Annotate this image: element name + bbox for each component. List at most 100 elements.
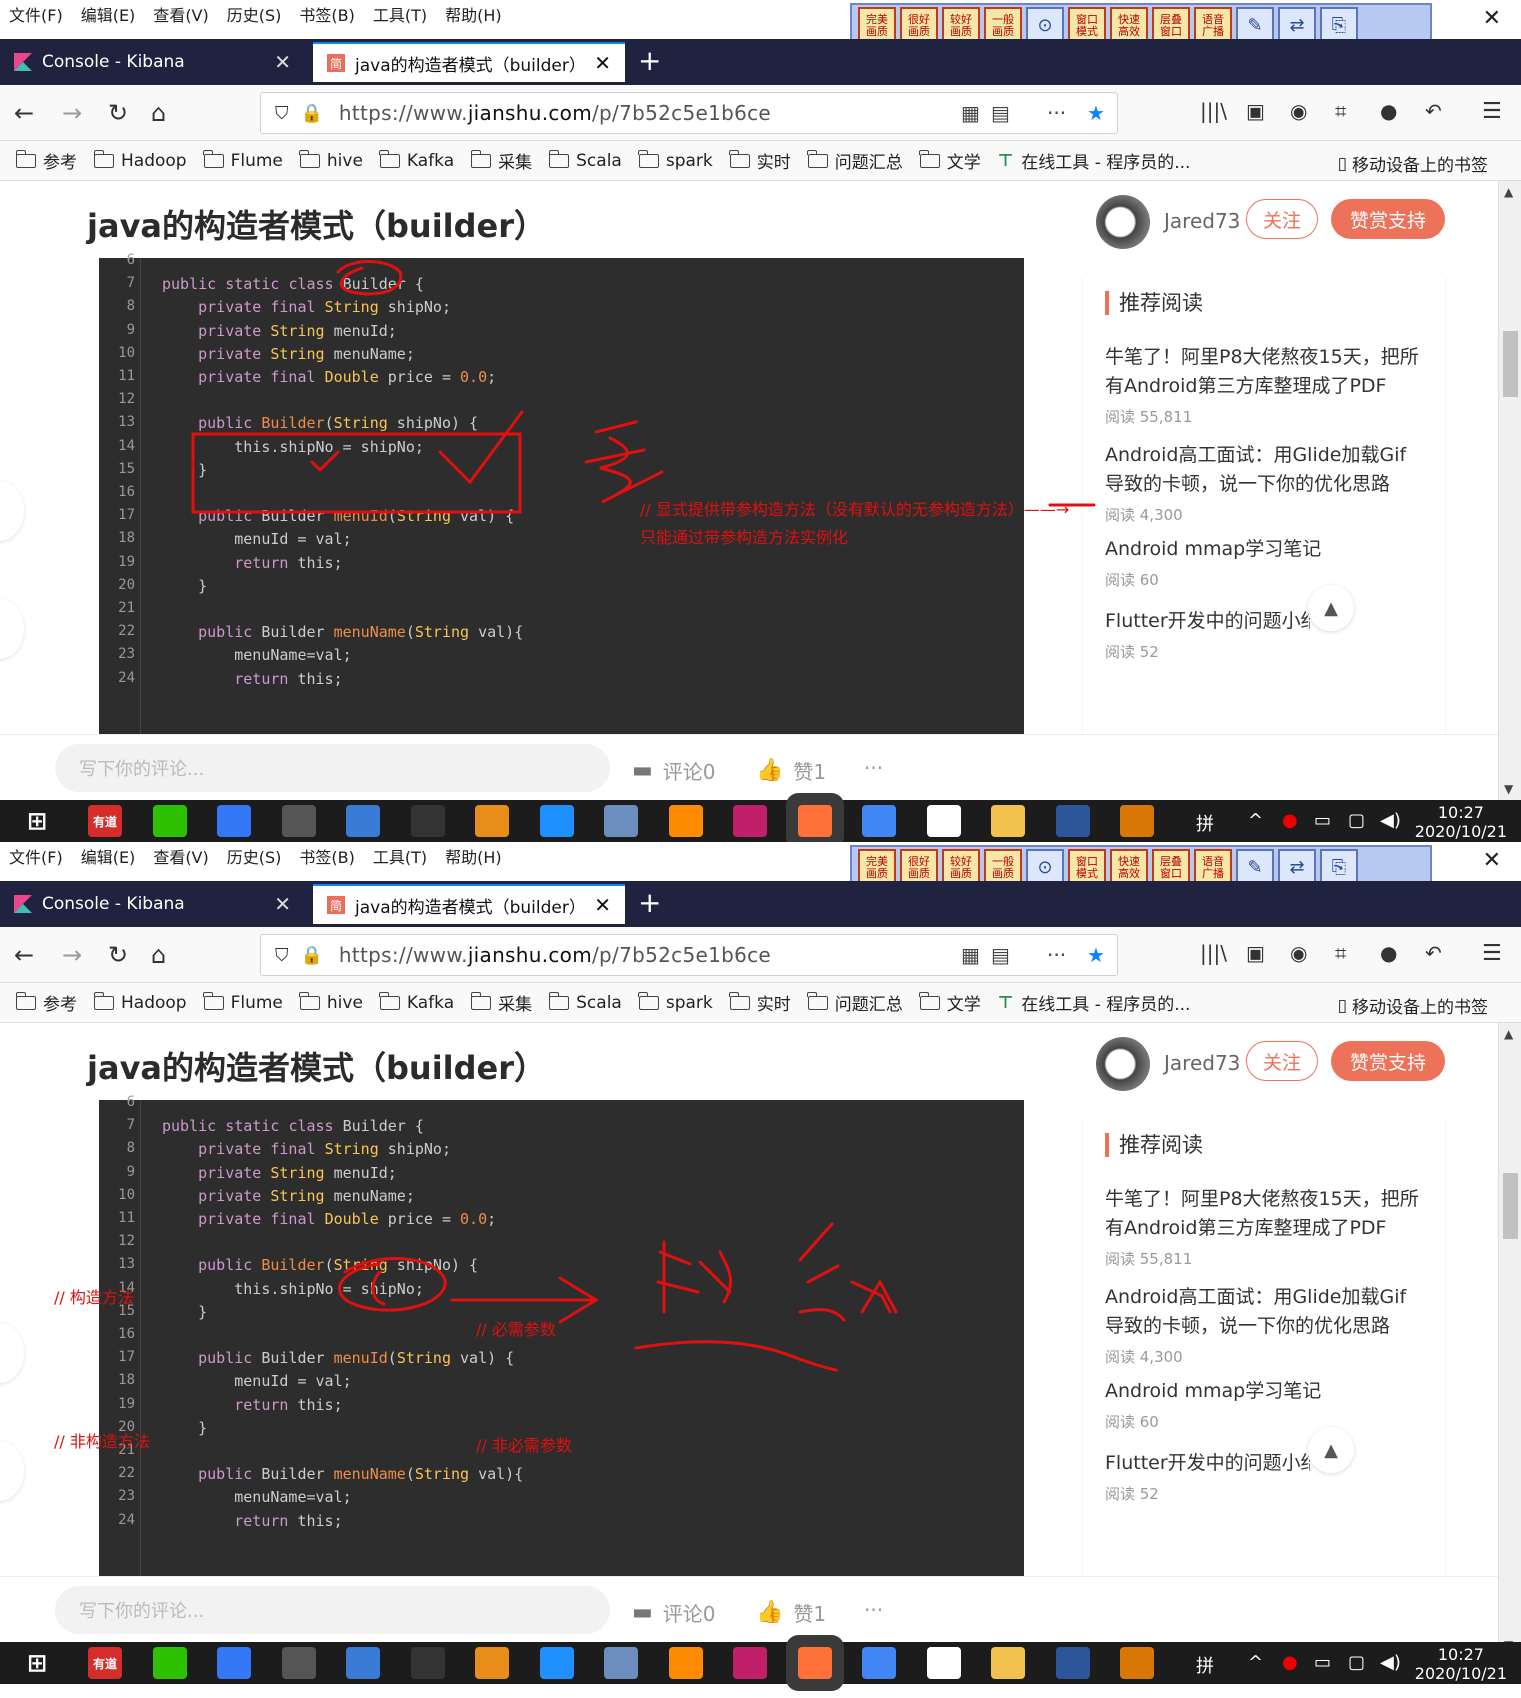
tray-expand-icon[interactable]: ^ bbox=[1248, 1652, 1263, 1673]
tab-jianshu[interactable]: 简 java的构造者模式（builder） ✕ bbox=[313, 42, 625, 82]
app-icon[interactable] bbox=[217, 805, 251, 837]
bookmark-item[interactable]: 参考 bbox=[15, 990, 77, 1015]
scroll-down-icon[interactable]: ▼ bbox=[1504, 782, 1513, 796]
star-icon[interactable]: ★ bbox=[1087, 101, 1105, 125]
tab-close-icon[interactable]: ✕ bbox=[594, 51, 611, 75]
clock[interactable]: 10:27 2020/10/21 bbox=[1415, 1645, 1507, 1683]
recommended-item[interactable]: Android高工面试：用Glide加载Gif导致的卡顿，说一下你的优化思路 阅读… bbox=[1105, 1283, 1425, 1367]
author-name[interactable]: Jared73 bbox=[1164, 1051, 1240, 1075]
bookmark-item[interactable]: hive bbox=[299, 991, 363, 1013]
account-icon[interactable]: ◉ bbox=[1290, 941, 1307, 965]
recommended-title[interactable]: Flutter开发中的问题小结 bbox=[1105, 607, 1310, 636]
reader-icon[interactable]: ▤ bbox=[991, 101, 1010, 125]
chrome-icon[interactable] bbox=[862, 805, 896, 837]
bookmark-item[interactable]: ⊤ 在线工具 - 程序员的... bbox=[998, 148, 1191, 174]
clock[interactable]: 10:27 2020/10/21 bbox=[1415, 803, 1507, 841]
home-button[interactable]: ⌂ bbox=[151, 99, 166, 127]
wechat-icon[interactable] bbox=[152, 805, 187, 837]
bookmark-item[interactable]: 文学 bbox=[919, 148, 981, 173]
library-icon[interactable]: |||\ bbox=[1200, 941, 1227, 965]
battery-icon[interactable]: ▭ bbox=[1314, 1652, 1331, 1673]
browser-icon[interactable] bbox=[475, 1647, 509, 1679]
comments-button[interactable]: ▬ 评论0 bbox=[632, 756, 716, 785]
url-bar[interactable]: ⛉ 🔒 https://www.jianshu.com/p/7b52c5e1b6… bbox=[260, 92, 1118, 134]
bookmark-item[interactable]: 实时 bbox=[729, 148, 791, 173]
screenshot-icon[interactable]: ⌗ bbox=[1335, 941, 1346, 965]
menu-history[interactable]: 历史(S) bbox=[218, 2, 291, 26]
intellij-icon[interactable] bbox=[733, 805, 767, 837]
recommended-title[interactable]: 牛笔了！阿里P8大佬熬夜15天，把所有Android第三方库整理成了PDF bbox=[1105, 343, 1425, 401]
tab-jianshu[interactable]: 简 java的构造者模式（builder） ✕ bbox=[313, 884, 625, 924]
side-action-button[interactable] bbox=[0, 1441, 24, 1501]
window-close-button[interactable]: ✕ bbox=[1483, 848, 1501, 873]
more-button[interactable]: ··· bbox=[864, 1598, 883, 1622]
bookmark-item[interactable]: Kafka bbox=[379, 991, 454, 1013]
like-button[interactable]: 👍 赞1 bbox=[756, 756, 826, 785]
bookmark-item[interactable]: Flume bbox=[203, 149, 283, 171]
volume-icon[interactable]: ◀) bbox=[1380, 1652, 1401, 1673]
record-icon[interactable]: ● bbox=[1282, 1652, 1298, 1673]
tab-kibana[interactable]: Console - Kibana ✕ bbox=[0, 42, 305, 82]
battery-icon[interactable]: ▭ bbox=[1314, 810, 1331, 831]
sidebar-icon[interactable]: ▣ bbox=[1246, 941, 1265, 965]
menu-bookmarks[interactable]: 书签(B) bbox=[290, 2, 363, 26]
menu-edit[interactable]: 编辑(E) bbox=[72, 844, 145, 868]
bookmark-item[interactable]: Kafka bbox=[379, 149, 454, 171]
back-to-top-button[interactable]: ▲ bbox=[1308, 1427, 1354, 1473]
more-icon[interactable]: ··· bbox=[1047, 101, 1066, 125]
bookmark-item[interactable]: 问题汇总 bbox=[807, 148, 903, 173]
side-action-button[interactable] bbox=[0, 1323, 24, 1383]
recommended-item[interactable]: Android高工面试：用Glide加载Gif导致的卡顿，说一下你的优化思路 阅读… bbox=[1105, 441, 1425, 525]
menu-view[interactable]: 查看(V) bbox=[144, 2, 217, 26]
media-icon[interactable] bbox=[410, 805, 445, 837]
folder-icon[interactable] bbox=[991, 1647, 1025, 1679]
reader-icon[interactable]: ▤ bbox=[991, 943, 1010, 967]
undo-icon[interactable]: ↶ bbox=[1425, 941, 1442, 965]
comment-input[interactable]: 写下你的评论... bbox=[55, 744, 610, 792]
star-icon[interactable]: ★ bbox=[1087, 943, 1105, 967]
comment-input[interactable]: 写下你的评论... bbox=[55, 1586, 610, 1634]
browser-icon[interactable] bbox=[475, 805, 509, 837]
window-close-button[interactable]: ✕ bbox=[1483, 6, 1501, 31]
url-bar[interactable]: ⛉ 🔒 https://www.jianshu.com/p/7b52c5e1b6… bbox=[260, 934, 1118, 976]
bookmark-item[interactable]: 参考 bbox=[15, 148, 77, 173]
comments-button[interactable]: ▬ 评论0 bbox=[632, 1598, 716, 1627]
mobile-bookmarks[interactable]: ▯ 移动设备上的书签 bbox=[1338, 993, 1488, 1019]
bookmark-item[interactable]: 采集 bbox=[470, 990, 532, 1015]
bookmark-item[interactable]: 文学 bbox=[919, 990, 981, 1015]
side-action-button[interactable] bbox=[0, 481, 24, 541]
mobile-bookmarks[interactable]: ▯ 移动设备上的书签 bbox=[1338, 151, 1488, 177]
folder-icon[interactable] bbox=[991, 805, 1025, 837]
qr-icon[interactable]: ▦ bbox=[961, 943, 980, 967]
bookmark-item[interactable]: Hadoop bbox=[93, 149, 187, 171]
tab-close-icon[interactable]: ✕ bbox=[274, 50, 291, 74]
bookmark-item[interactable]: spark bbox=[638, 149, 713, 171]
author-avatar[interactable] bbox=[1096, 195, 1150, 249]
bookmark-item[interactable]: ⊤ 在线工具 - 程序员的... bbox=[998, 990, 1191, 1016]
remote-icon[interactable] bbox=[539, 805, 574, 837]
undo-icon[interactable]: ↶ bbox=[1425, 99, 1442, 123]
recommended-title[interactable]: Android mmap学习笔记 bbox=[1105, 1377, 1425, 1406]
windows-store-icon[interactable] bbox=[668, 805, 703, 837]
ime-indicator[interactable]: 拼 bbox=[1196, 1652, 1214, 1678]
network-icon[interactable]: ▢ bbox=[1348, 810, 1365, 831]
bookmark-item[interactable]: Hadoop bbox=[93, 991, 187, 1013]
windows-store-icon[interactable] bbox=[668, 1647, 703, 1679]
sidebar-icon[interactable]: ▣ bbox=[1246, 99, 1265, 123]
recommended-title[interactable]: Flutter开发中的问题小结 bbox=[1105, 1449, 1310, 1478]
scrollbar[interactable]: ▲ ▼ bbox=[1498, 181, 1521, 800]
app-icon[interactable] bbox=[217, 1647, 251, 1679]
youdao-icon[interactable]: 有道 bbox=[88, 1647, 122, 1679]
menu-edit[interactable]: 编辑(E) bbox=[72, 2, 145, 26]
search-app-icon[interactable] bbox=[346, 1647, 380, 1679]
chat-icon[interactable]: ● bbox=[1380, 941, 1397, 965]
bookmark-item[interactable]: Flume bbox=[203, 991, 283, 1013]
recommended-title[interactable]: Android高工面试：用Glide加载Gif导致的卡顿，说一下你的优化思路 bbox=[1105, 1283, 1425, 1341]
new-tab-button[interactable]: + bbox=[638, 44, 661, 77]
more-icon[interactable]: ··· bbox=[1047, 943, 1066, 967]
author-avatar[interactable] bbox=[1096, 1037, 1150, 1091]
firefox-icon[interactable] bbox=[797, 805, 832, 837]
menu-file[interactable]: 文件(F) bbox=[0, 2, 72, 26]
sublime-icon[interactable] bbox=[1120, 1647, 1154, 1679]
like-button[interactable]: 👍 赞1 bbox=[756, 1598, 826, 1627]
